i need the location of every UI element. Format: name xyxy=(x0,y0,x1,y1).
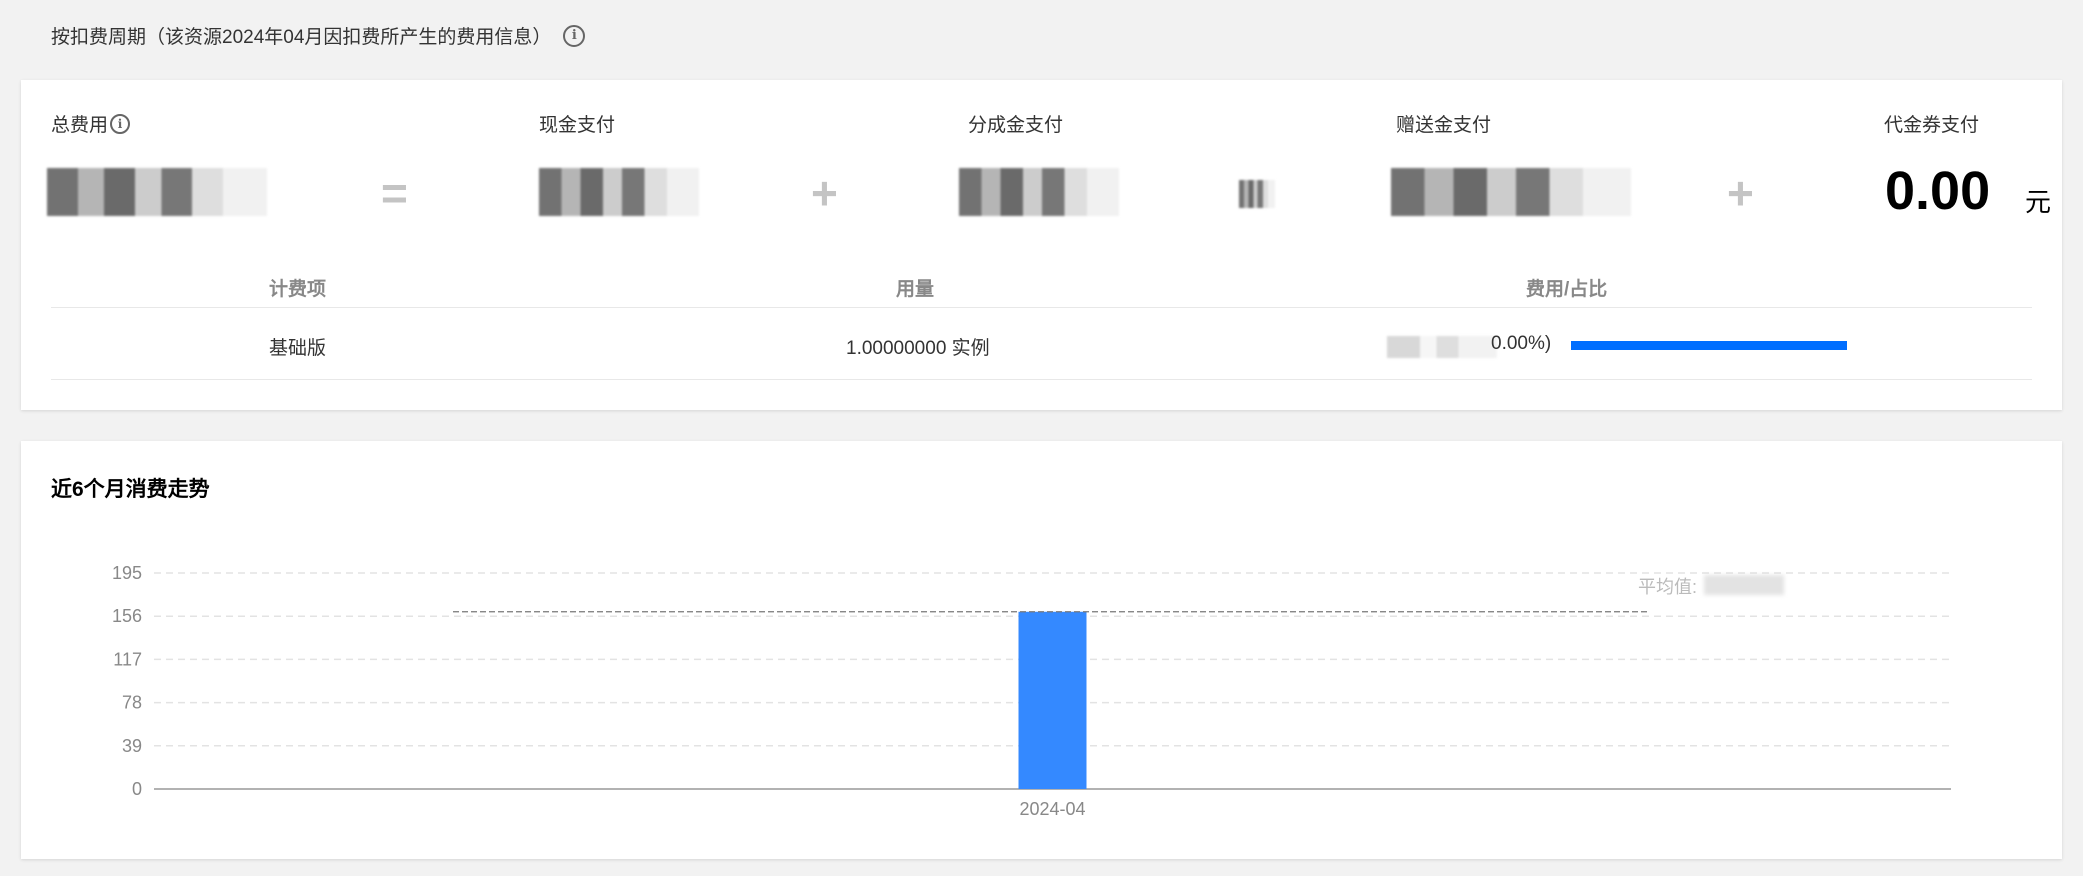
cash-payment-value-redacted xyxy=(539,168,699,216)
gift-payment-value-redacted xyxy=(1391,168,1631,216)
usage-cell: 1.00000000 实例 xyxy=(846,338,990,359)
billing-table-header: 计费项 用量 费用/占比 xyxy=(51,260,2032,308)
billing-item-cell: 基础版 xyxy=(269,338,327,359)
voucher-payment-unit: 元 xyxy=(2025,187,2052,217)
billing-period-title: 按扣费周期（该资源2024年04月因扣费所产生的费用信息） xyxy=(51,27,552,48)
plus-sign: + xyxy=(1727,167,1754,219)
cash-payment-label: 现金支付 xyxy=(539,115,616,136)
trend-card: 近6个月消费走势 0 39 78 117 156 195 2024-04 平均值: xyxy=(21,441,2062,859)
y-tick-label: 195 xyxy=(112,563,142,583)
voucher-payment-label: 代金券支付 xyxy=(1884,115,1980,136)
info-circle-icon[interactable]: i xyxy=(563,24,586,47)
payment-summary-card: 总费用 i = 现金支付 + 分成金支付 赠送金支付 + 代金券支付 0.00 … xyxy=(21,80,2062,410)
share-payment-value-redacted xyxy=(959,168,1119,216)
cost-share-bar xyxy=(1571,341,1847,350)
cost-share-bar-fill xyxy=(1571,341,1847,350)
table-row: 基础版 1.00000000 实例 0.00%) xyxy=(51,308,2032,380)
column-header-usage: 用量 xyxy=(896,279,935,300)
column-header-cost-ratio: 费用/占比 xyxy=(1526,279,1608,300)
plus-sign-redacted xyxy=(1239,180,1275,208)
total-cost-label: 总费用 i xyxy=(51,110,131,137)
y-tick-label: 39 xyxy=(122,736,142,756)
bar xyxy=(1018,611,1087,789)
equals-sign: = xyxy=(381,167,408,219)
y-tick-label: 78 xyxy=(122,693,142,713)
cost-value-redacted xyxy=(1387,336,1497,358)
plus-sign: + xyxy=(811,167,838,219)
x-tick-label: 2024-04 xyxy=(1019,799,1085,819)
column-header-item: 计费项 xyxy=(269,279,327,300)
y-tick-label: 156 xyxy=(112,606,142,626)
y-tick-label: 117 xyxy=(113,649,142,669)
info-circle-icon[interactable]: i xyxy=(110,113,131,134)
share-payment-label: 分成金支付 xyxy=(968,115,1064,136)
voucher-payment-value: 0.00 xyxy=(1885,161,1991,221)
gift-payment-label: 赠送金支付 xyxy=(1396,115,1492,136)
trend-bar-chart: 0 39 78 117 156 195 2024-04 xyxy=(112,563,1951,819)
billing-period-header: 按扣费周期（该资源2024年04月因扣费所产生的费用信息） i xyxy=(51,22,586,49)
total-cost-value-redacted xyxy=(47,168,267,216)
average-value-redacted xyxy=(1704,575,1784,595)
cost-ratio-cell: 0.00%) xyxy=(1491,333,1552,354)
y-tick-label: 0 xyxy=(132,779,142,799)
average-label: 平均值: xyxy=(1638,577,1698,597)
